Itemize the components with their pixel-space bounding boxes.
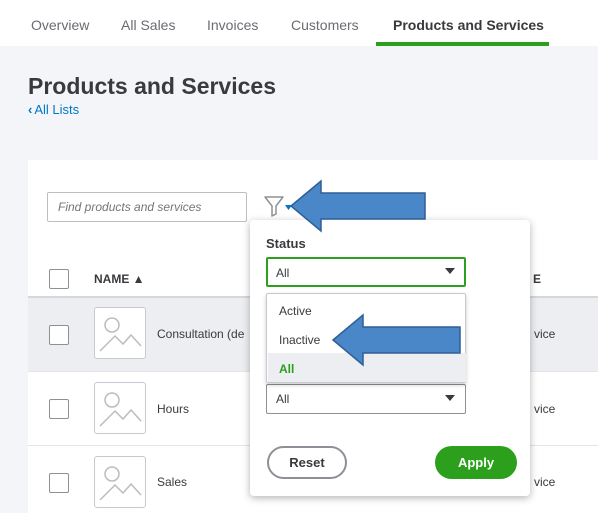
item-name[interactable]: Sales [157, 475, 187, 489]
row-checkbox[interactable] [49, 399, 69, 419]
select-all-checkbox[interactable] [49, 269, 69, 289]
type-select[interactable]: All [266, 384, 466, 414]
top-nav: Overview All Sales Invoices Customers Pr… [0, 0, 598, 46]
item-name[interactable]: Consultation (de [157, 327, 244, 341]
image-placeholder-icon [94, 307, 146, 359]
tab-all-sales[interactable]: All Sales [121, 17, 175, 33]
tab-overview[interactable]: Overview [31, 17, 89, 33]
item-type: vice [534, 327, 556, 341]
reset-button[interactable]: Reset [267, 446, 347, 479]
row-checkbox[interactable] [49, 473, 69, 493]
name-column-header[interactable]: NAME ▲ [94, 272, 145, 286]
type-column-header[interactable]: E [533, 272, 541, 286]
type-select-value: All [276, 392, 290, 406]
tab-customers[interactable]: Customers [291, 17, 359, 33]
search-input[interactable] [48, 193, 246, 221]
chevron-left-icon: ‹ [28, 102, 33, 117]
tab-invoices[interactable]: Invoices [207, 17, 258, 33]
all-lists-label: All Lists [34, 102, 80, 117]
annotation-arrow-icon [331, 313, 461, 367]
item-name[interactable]: Hours [157, 402, 189, 416]
status-select-value: All [276, 266, 290, 280]
item-type: vice [534, 475, 556, 489]
item-type: vice [534, 402, 556, 416]
page-title: Products and Services [28, 73, 276, 99]
caret-down-icon [445, 268, 455, 274]
all-lists-link[interactable]: ‹ All Lists [28, 102, 79, 117]
image-placeholder-icon [94, 456, 146, 508]
caret-down-icon [445, 395, 455, 401]
status-label: Status [266, 236, 306, 251]
annotation-arrow-icon [289, 179, 426, 233]
image-placeholder-icon [94, 382, 146, 434]
row-checkbox[interactable] [49, 325, 69, 345]
search-field[interactable] [47, 192, 247, 222]
apply-button[interactable]: Apply [435, 446, 517, 479]
status-select[interactable]: All [266, 257, 466, 287]
tab-products-and-services[interactable]: Products and Services [393, 17, 544, 33]
active-tab-indicator [376, 42, 549, 46]
